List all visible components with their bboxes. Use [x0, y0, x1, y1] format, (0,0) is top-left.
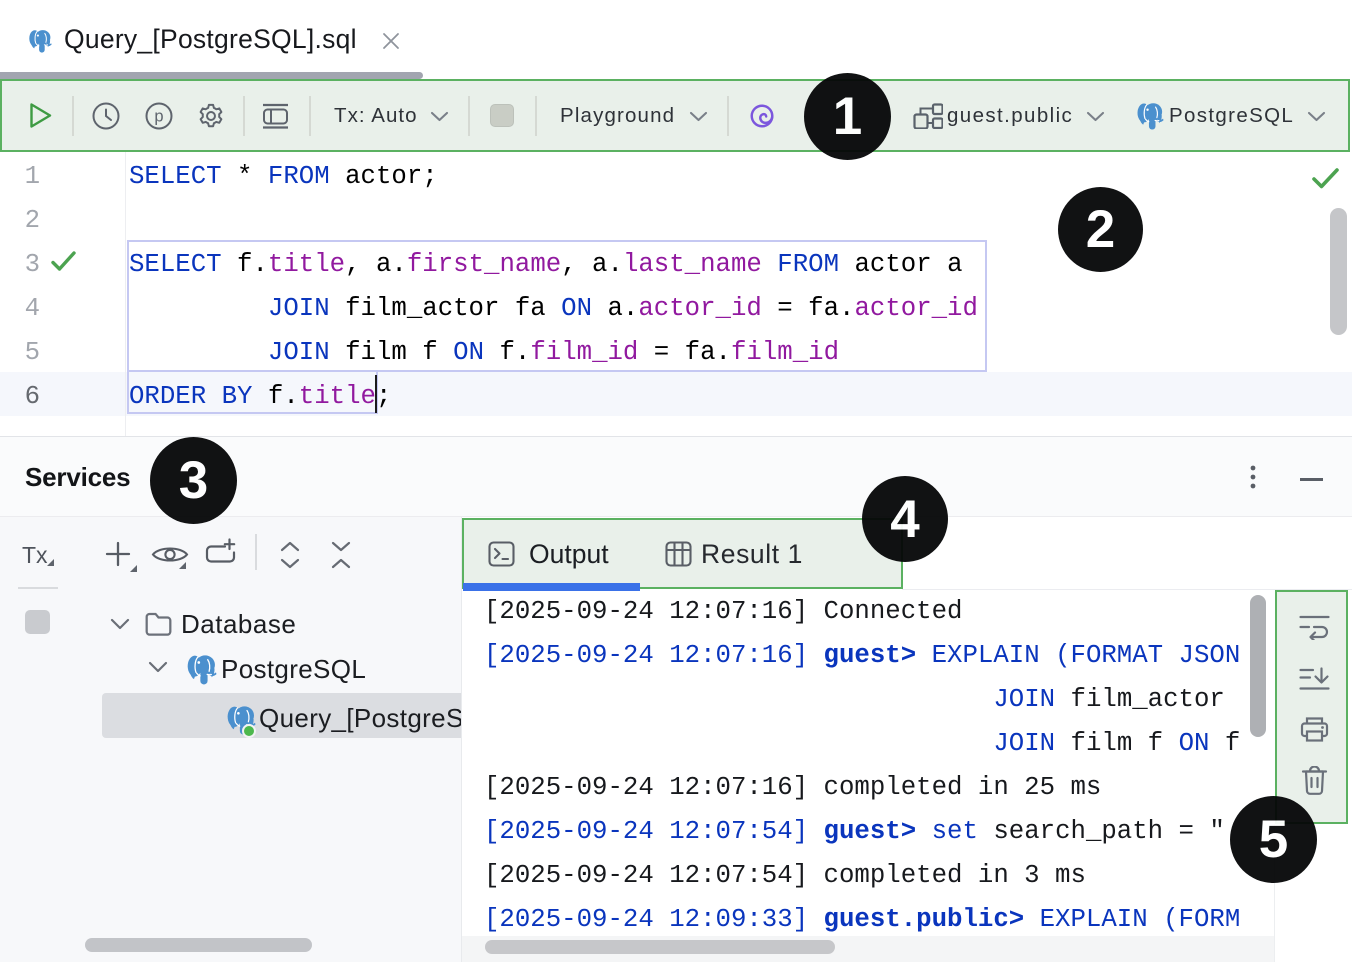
- svg-text:p: p: [154, 108, 163, 126]
